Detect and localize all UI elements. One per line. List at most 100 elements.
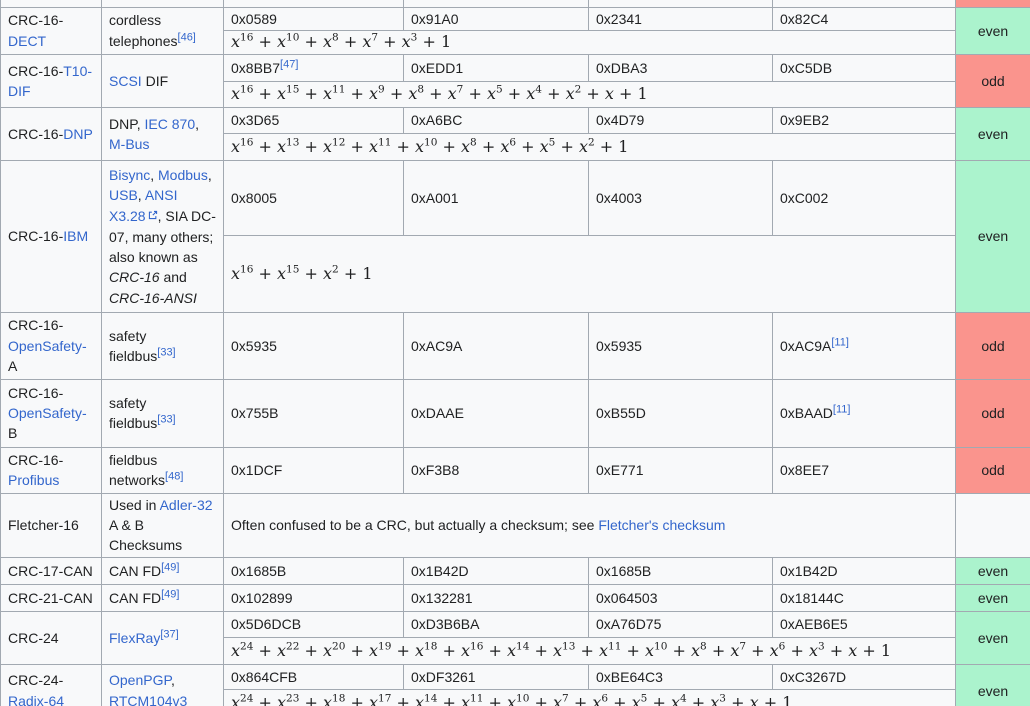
hex-value-cell: 0xBE64C3 [588,663,773,690]
wiki-link[interactable]: RTCM104v3 [109,693,187,706]
text: Often confused to be a CRC, but actually… [231,517,599,534]
text: 0x5935 [231,337,277,354]
hex-value-cell: 0x1685B [588,556,773,585]
crc-name-cell: CRC-16-DNP [0,106,102,161]
table-cell [223,0,404,8]
parity-label: odd [981,462,1005,479]
text: , [171,672,175,689]
wiki-link[interactable]: Adler-32 [160,497,213,513]
text: 0xC3267D [780,668,847,685]
text: 0xAEB6E5 [780,616,848,633]
polynomial-math: x16 + x13 + x12 + x11 + x10 + x8 + x6 + … [231,136,629,156]
crc-name-cell: CRC-16-IBM [0,159,102,313]
wiki-link[interactable]: FlexRay [109,630,160,646]
hex-value-cell: 0xA76D75 [588,610,773,638]
wiki-link[interactable]: Modbus [158,167,208,183]
text: 0xA001 [411,189,459,206]
text: 0x102899 [231,589,293,606]
wiki-link[interactable]: Bisync [109,167,150,183]
hex-value-cell: 0xC5DB [772,53,956,82]
text: 0xDAAE [411,405,464,422]
external-link[interactable]: X3.28 [109,208,146,224]
text: 0x1DCF [231,462,283,479]
hex-value-cell: 0xDF3261 [403,663,589,690]
reference-link[interactable]: [48] [165,471,183,483]
table-row: CRC-16- Profibus fieldbus networks[48] 0x1D… [0,446,1030,494]
wiki-link[interactable]: IEC 870 [145,116,196,132]
uses-cell: Bisync, Modbus, USB, ANSI X3.28, SIA DC-… [101,159,224,313]
crc-name-cell: Fletcher-16 [0,492,102,558]
wiki-link[interactable]: OpenSafety- [8,405,87,421]
table-cell [588,0,773,8]
crc-name-cell: CRC-16- Profibus [0,446,102,494]
parity-label: even [977,589,1009,606]
wiki-link[interactable]: OpenSafety- [8,338,87,354]
text: safety fieldbus [109,395,158,432]
reference-link[interactable]: [37] [160,628,178,640]
table-row: CRC-24 FlexRay[37] 0x5D6DCB 0xD3B6BA 0xA76D7… [0,610,1030,665]
uses-cell: FlexRay[37] [101,610,224,665]
hex-value-cell: 0x5D6DCB [223,610,404,638]
text: , [207,166,212,183]
parity-cell: odd [955,446,1030,494]
reference-link[interactable]: [11] [831,336,849,348]
reference-sup: [49] [161,561,179,573]
text: and [159,269,187,286]
wiki-link[interactable]: DNP [63,126,93,142]
polynomial-math: x24 + x22 + x20 + x19 + x18 + x16 + x14 … [231,640,892,660]
hex-value-cell: 0x8EE7 [772,446,956,494]
polynomial-cell: x24 + x23 + x18 + x17 + x14 + x11 + x10 … [223,688,956,706]
reference-link[interactable]: [47] [280,58,298,70]
text: 0x4003 [596,189,642,206]
text: Used in [109,496,160,513]
text: CRC-16- [8,228,64,245]
polynomial-cell: x16 + x13 + x12 + x11 + x10 + x8 + x6 + … [223,132,956,161]
parity-cell [955,492,1030,558]
wiki-link[interactable]: Radix-64 [8,693,64,706]
wiki-link[interactable]: DECT [8,33,46,49]
text: 0x132281 [411,589,473,606]
parity-cell: even [955,663,1030,706]
hex-value-cell: 0x18144C [772,583,956,612]
text: B [8,425,18,442]
reference-link[interactable]: [49] [161,588,179,600]
text: 0x064503 [596,589,658,606]
text: 0xBAAD [780,405,833,422]
hex-value-cell: 0x064503 [588,583,773,612]
wiki-link[interactable]: OpenPGP [109,672,171,688]
text: 0xC002 [780,189,829,206]
text: 0x3D65 [231,112,280,129]
wiki-link[interactable]: SCSI [109,73,142,89]
reference-link[interactable]: [33] [157,346,175,358]
crc-name-cell: CRC-16- OpenSafety- B [0,378,102,448]
text: DNP, [109,115,145,132]
text: 0xF3B8 [411,462,460,479]
reference-link[interactable]: [46] [178,31,196,43]
wiki-link[interactable]: USB [109,187,138,203]
hex-value-cell: 0x102899 [223,583,404,612]
wiki-link[interactable]: Fletcher's checksum [598,517,725,533]
wiki-link[interactable]: IBM [63,228,88,244]
parity-cell: odd [955,378,1030,448]
uses-cell: CAN FD[49] [101,556,224,585]
wiki-link[interactable]: M-Bus [109,136,149,152]
parity-cell: even [955,583,1030,612]
uses-cell: SCSI DIF [101,53,224,108]
text: 0x82C4 [780,10,829,27]
text: cordless telephones [109,12,178,49]
hex-value-cell: 0xDBA3 [588,53,773,82]
reference-sup: [49] [161,588,179,600]
wiki-link[interactable]: Profibus [8,472,59,488]
reference-link[interactable]: [33] [157,414,175,426]
text: CRC-16- [8,384,64,401]
hex-value-cell: 0xA6BC [403,106,589,134]
table-row: Fletcher-16 Used in Adler-32 A & B Checks… [0,492,1030,558]
hex-value-cell: 0xB55D [588,378,773,448]
polynomial-math: x16 + x15 + x2 + 1 [231,263,373,283]
wiki-link[interactable]: ANSI [145,187,178,203]
reference-link[interactable]: [49] [161,561,179,573]
reference-link[interactable]: [11] [833,403,851,415]
polynomial-cell: x16 + x10 + x8 + x7 + x3 + 1 [223,29,956,55]
hex-value-cell: 0x1B42D [772,556,956,585]
text: 0xC5DB [780,59,833,76]
